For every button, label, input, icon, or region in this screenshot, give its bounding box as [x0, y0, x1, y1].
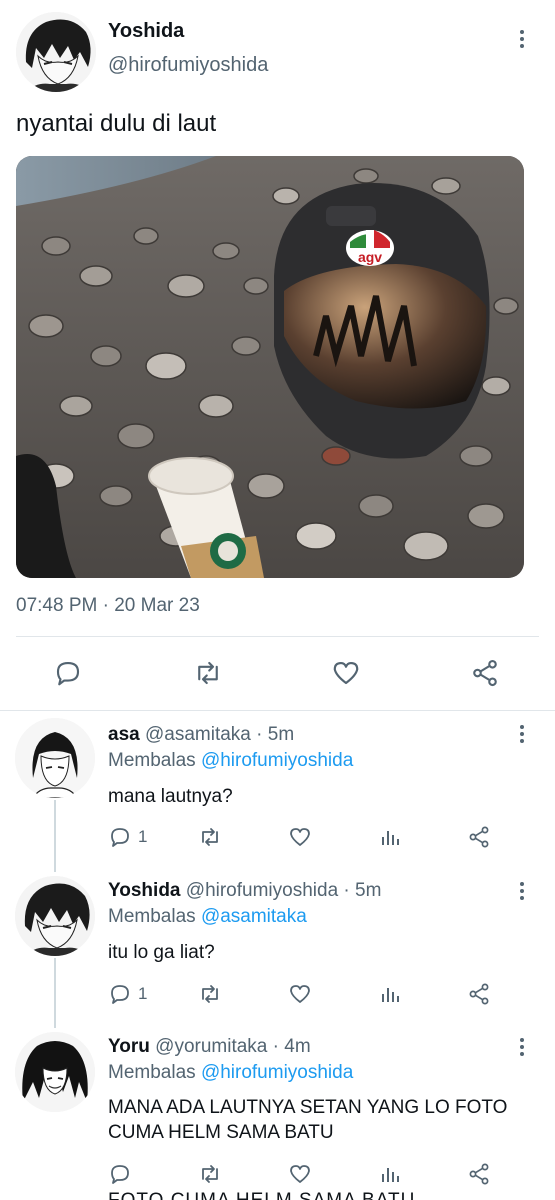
share-icon — [469, 1163, 489, 1185]
like-button[interactable] — [288, 1161, 312, 1187]
retweet-icon — [202, 1165, 218, 1183]
more-options-icon[interactable] — [512, 1034, 532, 1060]
avatar-image — [15, 718, 95, 798]
agv-logo: agv — [346, 230, 394, 266]
retweet-icon — [202, 828, 218, 846]
replying-prefix: Membalas — [108, 1062, 196, 1083]
reply-text: MANA ADA LAUTNYA SETAN YANG LO FOTO CUMA… — [108, 1097, 508, 1143]
like-button[interactable] — [288, 824, 312, 850]
share-icon — [469, 983, 489, 1005]
more-options-icon[interactable] — [512, 721, 532, 747]
retweet-icon[interactable] — [190, 655, 226, 691]
reply-icon — [111, 828, 129, 847]
replying-prefix: Membalas — [108, 750, 196, 771]
tweet-text: nyantai dulu di laut — [16, 110, 217, 137]
reply-author-handle[interactable]: @hirofumiyoshida · 5m — [186, 880, 382, 901]
views-button[interactable] — [378, 981, 402, 1007]
thread-line — [54, 958, 56, 1028]
svg-text:agv: agv — [358, 249, 382, 265]
more-options-icon[interactable] — [512, 878, 532, 904]
like-icon — [290, 828, 310, 846]
divider — [0, 710, 555, 711]
avatar-yoru[interactable] — [15, 1032, 95, 1112]
reply-author-handle[interactable]: @yorumitaka · 4m — [155, 1036, 311, 1057]
retweet-button[interactable] — [198, 1161, 222, 1187]
like-icon[interactable] — [328, 655, 364, 691]
share-button[interactable] — [467, 1161, 491, 1187]
replying-to: Membalas @hirofumiyoshida — [108, 750, 353, 772]
reply-button[interactable]: 1 — [108, 981, 147, 1007]
avatar-yoshida[interactable] — [16, 12, 96, 92]
reply-count: 1 — [138, 984, 148, 1003]
tweet-photo[interactable]: agv — [16, 156, 524, 578]
reply-author-handle[interactable]: @asamitaka · 5m — [145, 724, 294, 745]
reply-author-name[interactable]: asa — [108, 724, 140, 745]
reply-count: 1 — [138, 827, 148, 846]
avatar-yoshida[interactable] — [15, 876, 95, 956]
mention-link[interactable]: @asamitaka — [201, 906, 307, 927]
replying-to: Membalas @hirofumiyoshida — [108, 1062, 353, 1084]
reply-button[interactable]: 1 — [108, 824, 147, 850]
avatar-asa[interactable] — [15, 718, 95, 798]
views-button[interactable] — [378, 1161, 402, 1187]
retweet-button[interactable] — [198, 824, 222, 850]
retweet-icon — [202, 985, 218, 1003]
reply-icon[interactable] — [50, 655, 86, 691]
replying-to: Membalas @asamitaka — [108, 906, 307, 928]
reply-author-name[interactable]: Yoru — [108, 1036, 150, 1057]
avatar-image — [15, 1032, 95, 1112]
cut-off-text: FOTO CUMA HELM SAMA BATU — [108, 1190, 415, 1200]
reply-text: mana lautnya? — [108, 786, 233, 807]
views-button[interactable] — [378, 824, 402, 850]
share-icon — [469, 826, 489, 848]
reply-header: Yoshida @hirofumiyoshida · 5m — [108, 880, 381, 902]
like-icon — [290, 1165, 310, 1183]
thread-line — [54, 800, 56, 872]
reply-header: Yoru @yorumitaka · 4m — [108, 1036, 311, 1058]
share-button[interactable] — [467, 824, 491, 850]
reply-icon — [111, 985, 129, 1004]
share-icon[interactable] — [467, 655, 503, 691]
retweet-button[interactable] — [198, 981, 222, 1007]
views-icon — [382, 988, 399, 1002]
avatar-image — [15, 876, 95, 956]
more-options-icon[interactable] — [512, 26, 532, 52]
like-button[interactable] — [288, 981, 312, 1007]
share-button[interactable] — [467, 981, 491, 1007]
mention-link[interactable]: @hirofumiyoshida — [201, 1062, 353, 1083]
author-name[interactable]: Yoshida — [108, 20, 184, 43]
helmet-photo-icon: agv — [16, 156, 524, 578]
reply-header: asa @asamitaka · 5m — [108, 724, 294, 746]
views-icon — [382, 831, 399, 845]
divider — [16, 636, 539, 637]
avatar-image — [16, 12, 96, 92]
mention-link[interactable]: @hirofumiyoshida — [201, 750, 353, 771]
reply-text: itu lo ga liat? — [108, 942, 215, 963]
reply-author-name[interactable]: Yoshida — [108, 880, 181, 901]
reply-button[interactable] — [108, 1161, 132, 1187]
replying-prefix: Membalas — [108, 906, 196, 927]
tweet-timestamp[interactable]: 07:48 PM · 20 Mar 23 — [16, 595, 200, 617]
author-handle[interactable]: @hirofumiyoshida — [108, 54, 268, 77]
reply-icon — [111, 1165, 129, 1184]
views-icon — [382, 1168, 399, 1182]
like-icon — [290, 985, 310, 1003]
